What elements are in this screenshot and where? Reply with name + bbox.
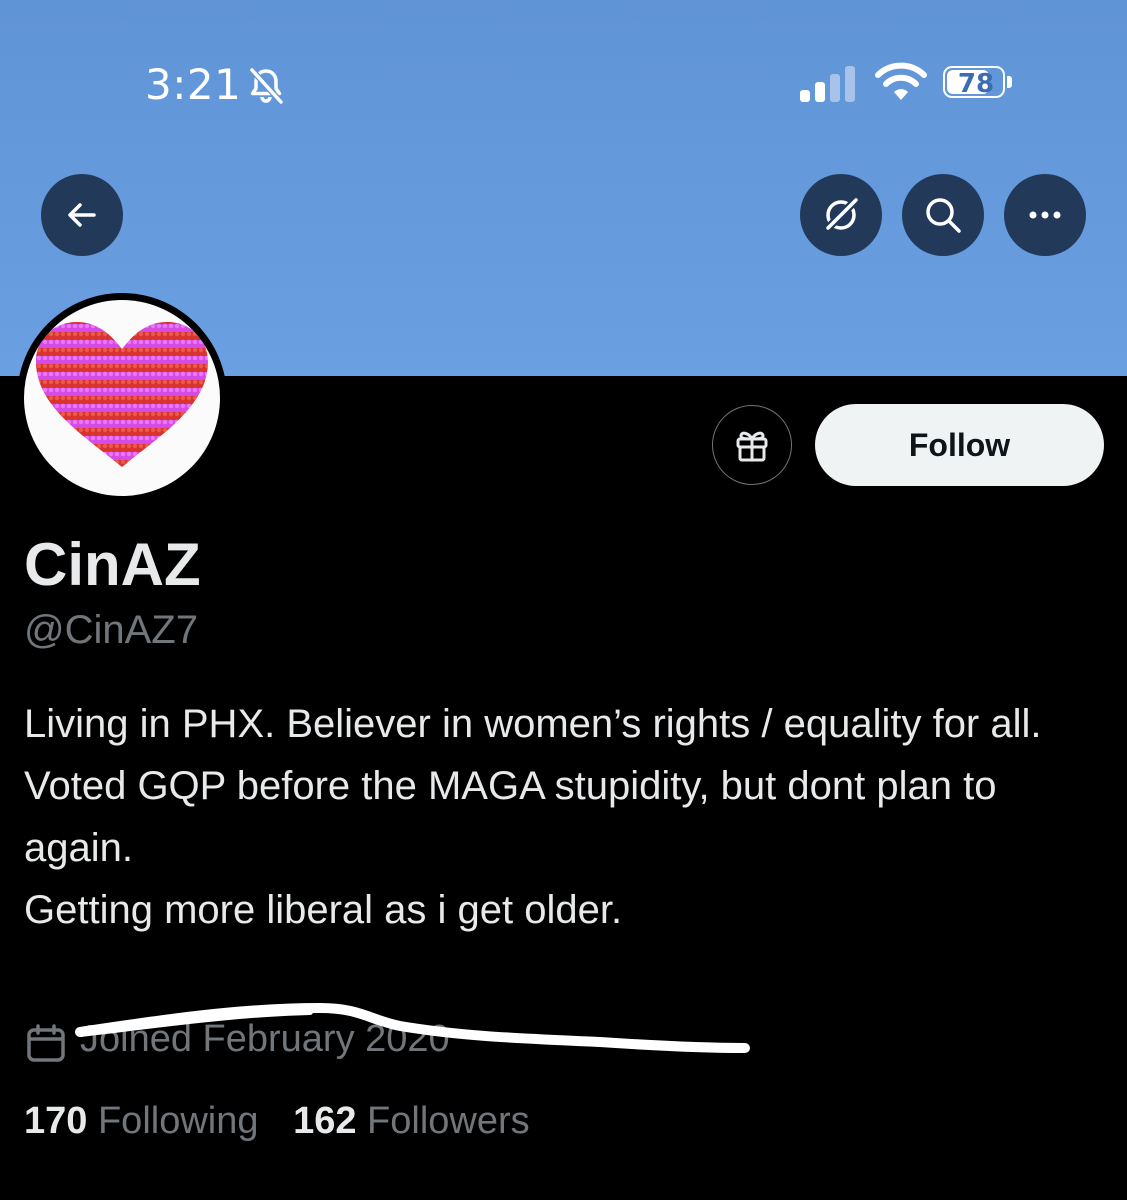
heart-avatar-image xyxy=(36,322,208,467)
followers-label: Followers xyxy=(367,1100,530,1142)
gift-icon xyxy=(736,431,768,462)
following-link[interactable]: 170 Following xyxy=(24,1100,259,1142)
back-arrow-icon xyxy=(68,203,96,227)
search-button[interactable] xyxy=(902,174,984,256)
wifi-icon xyxy=(875,62,927,100)
profile-bio: Living in PHX. Believer in women’s right… xyxy=(24,702,1042,932)
grok-icon xyxy=(823,197,859,233)
redaction-scribble xyxy=(75,1003,750,1053)
profile-handle: @CinAZ7 xyxy=(24,608,198,652)
signal-icon xyxy=(800,66,855,102)
more-button[interactable] xyxy=(1004,174,1086,256)
status-time: 3:21 xyxy=(145,60,242,109)
following-label: Following xyxy=(97,1100,259,1142)
more-icon xyxy=(1029,211,1061,219)
search-icon xyxy=(926,198,961,233)
grok-button[interactable] xyxy=(800,174,882,256)
back-button[interactable] xyxy=(41,174,123,256)
avatar[interactable] xyxy=(17,293,227,503)
gift-button[interactable] xyxy=(712,405,792,485)
followers-link[interactable]: 162 Followers xyxy=(293,1100,530,1142)
status-bar: 3:21 78 xyxy=(0,0,1127,170)
follow-button[interactable]: Follow xyxy=(815,404,1104,486)
battery-level: 78 xyxy=(957,69,995,98)
bell-slash-icon xyxy=(249,67,284,105)
display-name: CinAZ xyxy=(24,531,201,598)
battery-icon: 78 xyxy=(943,66,1013,100)
followers-count: 162 xyxy=(293,1100,357,1142)
following-count: 170 xyxy=(24,1100,88,1142)
follow-stats: 170 Following 162 Followers xyxy=(24,1100,530,1143)
